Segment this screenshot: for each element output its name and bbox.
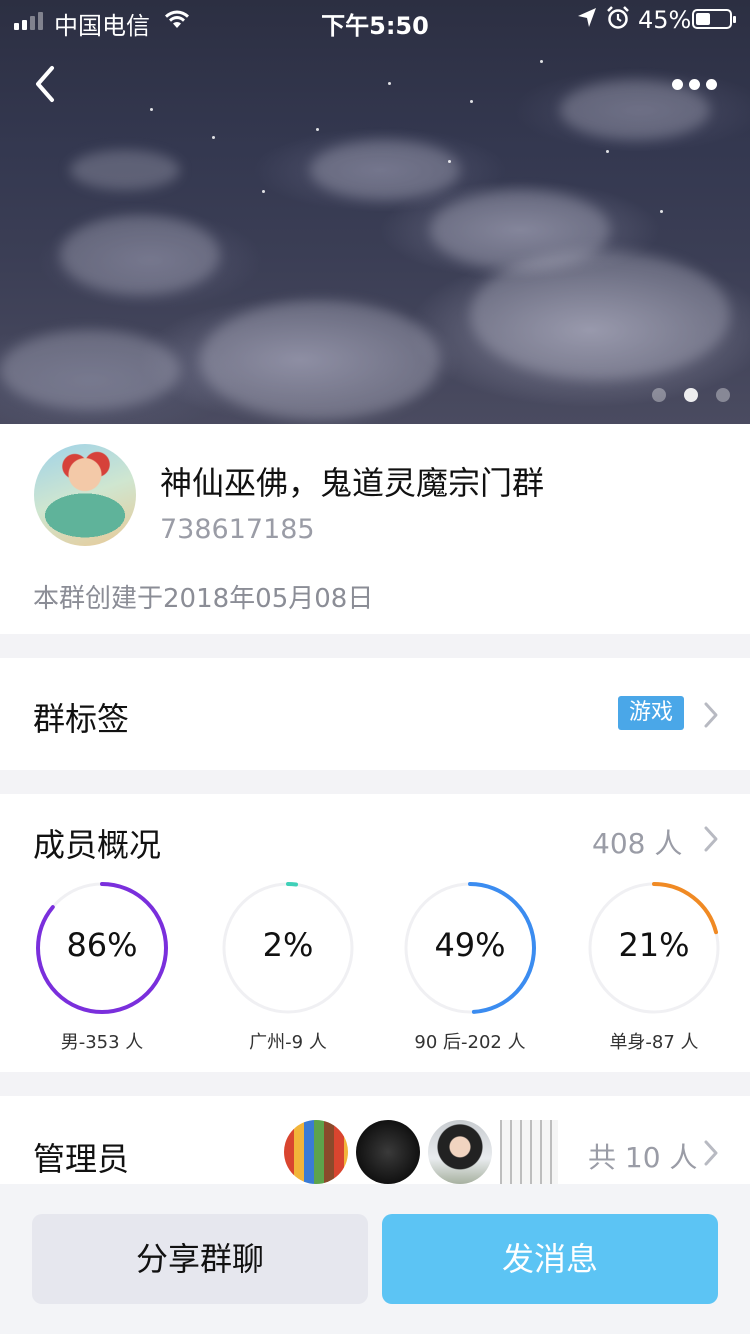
stat-label: 单身-87 人 — [609, 1032, 699, 1053]
stat-male: 86% 男-353 人 — [32, 878, 172, 1053]
status-bar: 中国电信 下午5:50 45% — [0, 0, 750, 40]
more-options-button[interactable] — [672, 70, 722, 98]
page-dot-active — [684, 388, 698, 402]
stat-single: 21% 单身-87 人 — [584, 878, 724, 1053]
cover-page-indicator — [652, 388, 730, 402]
share-group-button[interactable]: 分享群聊 — [32, 1214, 368, 1304]
stat-percent: 21% — [618, 926, 690, 964]
chevron-right-icon — [704, 1140, 718, 1166]
stat-label: 90 后-202 人 — [414, 1032, 526, 1053]
back-button[interactable] — [28, 60, 68, 108]
battery-percent: 45% — [638, 6, 692, 34]
admin-avatar-list — [284, 1120, 558, 1184]
stat-region: 2% 广州-9 人 — [218, 878, 358, 1053]
location-arrow-icon — [576, 6, 598, 36]
group-tags-row[interactable]: 群标签 游戏 — [0, 658, 750, 770]
stat-label: 男-353 人 — [60, 1032, 144, 1053]
group-tag-badge: 游戏 — [618, 696, 684, 730]
admins-count: 共 10 人 — [588, 1141, 698, 1174]
group-profile-screen: 中国电信 下午5:50 45% 神仙巫佛，鬼道灵魔宗门群 738617185 本… — [0, 0, 750, 1334]
group-avatar[interactable] — [34, 444, 136, 546]
admin-avatar[interactable] — [356, 1120, 420, 1184]
group-tags-title: 群标签 — [33, 700, 130, 738]
admin-avatar[interactable] — [284, 1120, 348, 1184]
stat-percent: 86% — [66, 926, 138, 964]
alarm-icon — [606, 5, 630, 37]
stat-percent: 2% — [262, 926, 314, 964]
page-dot — [716, 388, 730, 402]
members-overview[interactable]: 成员概况 408 人 86% 男-353 人 2% 广州-9 人 49% 90 … — [0, 794, 750, 1072]
members-overview-title: 成员概况 — [33, 826, 162, 864]
group-created-date: 本群创建于2018年05月08日 — [33, 584, 374, 614]
send-message-button[interactable]: 发消息 — [382, 1214, 718, 1304]
chevron-right-icon — [704, 702, 718, 728]
group-info-card: 神仙巫佛，鬼道灵魔宗门群 738617185 本群创建于2018年05月08日 — [0, 424, 750, 634]
members-count: 408 人 — [592, 827, 683, 860]
group-cover-image[interactable]: 中国电信 下午5:50 45% — [0, 0, 750, 424]
battery-icon — [692, 9, 736, 29]
group-id: 738617185 — [160, 514, 315, 545]
admin-avatar[interactable] — [500, 1120, 558, 1184]
bottom-action-bar: 分享群聊 发消息 — [0, 1184, 750, 1334]
chevron-right-icon — [704, 826, 718, 852]
page-dot — [652, 388, 666, 402]
stat-label: 广州-9 人 — [249, 1032, 327, 1053]
group-name: 神仙巫佛，鬼道灵魔宗门群 — [160, 464, 545, 502]
stat-age: 49% 90 后-202 人 — [400, 878, 540, 1053]
more-dots-icon — [672, 78, 683, 90]
admin-avatar[interactable] — [428, 1120, 492, 1184]
stat-percent: 49% — [434, 926, 506, 964]
chevron-left-icon — [36, 66, 54, 102]
admins-title: 管理员 — [33, 1140, 130, 1178]
